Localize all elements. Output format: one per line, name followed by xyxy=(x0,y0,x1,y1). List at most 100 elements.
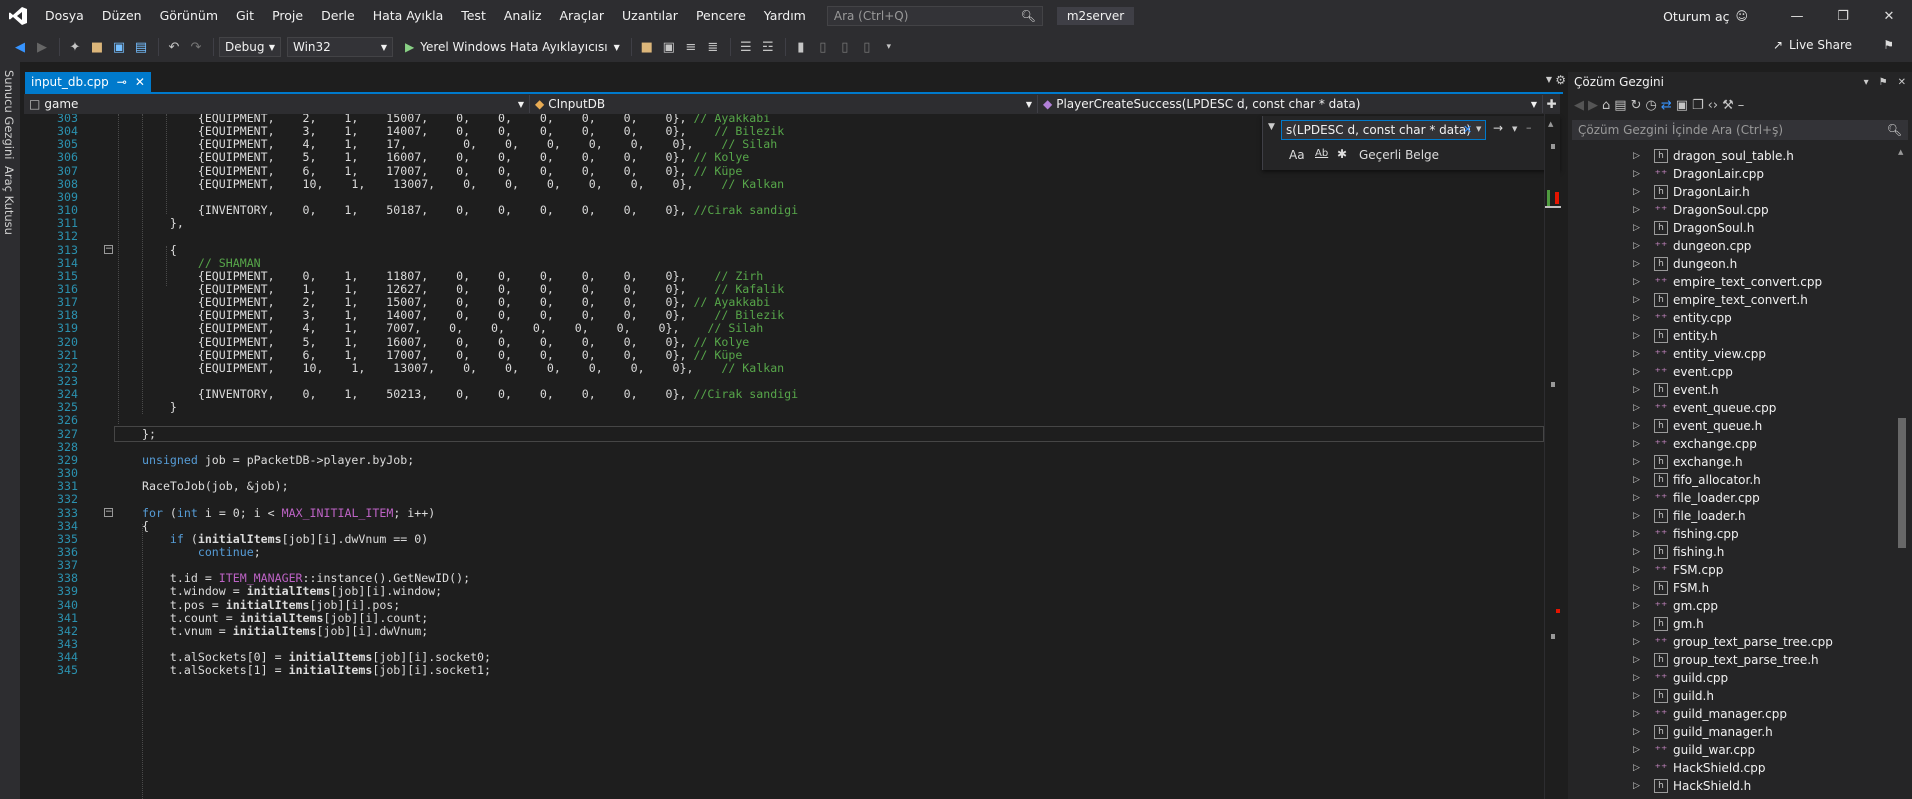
menu-item[interactable]: Yardım xyxy=(755,0,815,32)
expand-icon[interactable]: ▷ xyxy=(1633,349,1640,359)
tree-item[interactable]: ▷ ⁺⁺ group_text_parse_tree.cpp xyxy=(1568,633,1898,651)
tree-item[interactable]: ▷ ⁺⁺ gm.cpp xyxy=(1568,597,1898,615)
regex-icon[interactable]: ✱ xyxy=(1337,147,1347,161)
feedback-icon[interactable]: ⚑ xyxy=(1883,38,1894,52)
comment-icon[interactable]: ☰ xyxy=(736,36,756,58)
bookmark-next-icon[interactable]: ▯ xyxy=(835,36,855,58)
code-line[interactable]: 345 t.alSockets[1] = initialItems[job][i… xyxy=(24,662,1544,678)
tree-item[interactable]: ▷ h group_text_parse_tree.h xyxy=(1568,651,1898,669)
member-dropdown[interactable]: ◆ PlayerCreateSuccess(LPDESC d, const cha… xyxy=(1038,95,1543,113)
tree-item[interactable]: ▷ h event_queue.h xyxy=(1568,417,1898,435)
pending-changes-icon[interactable]: ↻ xyxy=(1631,98,1642,113)
find-minimize-icon[interactable]: – xyxy=(1526,121,1532,134)
code-editor[interactable]: 303 {EQUIPMENT, 2, 1, 15007, 0, 0, 0, 0,… xyxy=(24,114,1544,799)
expand-icon[interactable]: ▷ xyxy=(1633,259,1640,269)
show-all-files-icon[interactable]: ❐ xyxy=(1692,98,1704,113)
tree-item[interactable]: ▷ ⁺⁺ exchange.cpp xyxy=(1568,435,1898,453)
tree-item[interactable]: ▷ h fifo_allocator.h xyxy=(1568,471,1898,489)
expand-icon[interactable]: ▷ xyxy=(1633,565,1640,575)
expand-icon[interactable]: ▷ xyxy=(1633,457,1640,467)
tree-item[interactable]: ▷ h empire_text_convert.h xyxy=(1568,291,1898,309)
expand-icon[interactable]: ▷ xyxy=(1633,691,1640,701)
find-next-icon[interactable]: → xyxy=(1493,121,1503,135)
folder-icon[interactable]: ■ xyxy=(637,36,657,58)
close-icon[interactable]: ✕ xyxy=(1866,0,1912,32)
expand-icon[interactable]: ▷ xyxy=(1633,583,1640,593)
tree-item[interactable]: ▷ h dragon_soul_table.h xyxy=(1568,147,1898,165)
expand-icon[interactable]: ▷ xyxy=(1633,367,1640,377)
project-dropdown[interactable]: □ game ▼ xyxy=(24,95,530,113)
forward-icon[interactable]: ▶ xyxy=(1588,98,1598,113)
server-explorer-tab[interactable]: Sunucu Gezgini xyxy=(2,70,16,159)
expand-icon[interactable]: ▷ xyxy=(1633,241,1640,251)
platform-select[interactable]: Win32 ▼ xyxy=(287,37,393,57)
menu-item[interactable]: Dosya xyxy=(36,0,93,32)
tree-item[interactable]: ▷ h dungeon.h xyxy=(1568,255,1898,273)
expand-icon[interactable]: ▷ xyxy=(1633,709,1640,719)
expand-icon[interactable]: ▷ xyxy=(1633,529,1640,539)
history-icon[interactable]: ◷ xyxy=(1645,98,1656,113)
tab-input-db-cpp[interactable]: input_db.cpp ⊸ ✕ xyxy=(25,72,151,92)
menu-item[interactable]: Görünüm xyxy=(151,0,227,32)
visual-studio-logo-icon[interactable] xyxy=(0,0,36,32)
expand-icon[interactable]: ▷ xyxy=(1633,727,1640,737)
expand-icon[interactable]: ▷ xyxy=(1633,385,1640,395)
menu-item[interactable]: Test xyxy=(452,0,495,32)
save-all-icon[interactable]: ▤ xyxy=(131,36,151,58)
expand-icon[interactable]: ▷ xyxy=(1633,169,1640,179)
configuration-select[interactable]: Debug ▼ xyxy=(219,37,281,57)
toolbar-overflow-icon[interactable]: ▾ xyxy=(879,36,899,58)
sync-icon[interactable]: ⇄ xyxy=(1661,98,1672,113)
expand-icon[interactable]: ▷ xyxy=(1633,547,1640,557)
solution-scrollbar[interactable]: ▲ xyxy=(1896,148,1908,799)
redo-icon[interactable]: ↷ xyxy=(186,36,206,58)
expand-icon[interactable]: ▷ xyxy=(1633,421,1640,431)
settings-gear-icon[interactable]: ⚙ xyxy=(1555,73,1566,87)
restore-icon[interactable]: ❐ xyxy=(1820,0,1866,32)
tree-item[interactable]: ▷ ⁺⁺ dungeon.cpp xyxy=(1568,237,1898,255)
tree-item[interactable]: ▷ h file_loader.h xyxy=(1568,507,1898,525)
expand-icon[interactable]: ▷ xyxy=(1633,619,1640,629)
expand-icon[interactable]: ▷ xyxy=(1633,151,1640,161)
expand-icon[interactable]: ▷ xyxy=(1633,637,1640,647)
bookmark-icon[interactable]: ▮ xyxy=(791,36,811,58)
expand-icon[interactable]: ▷ xyxy=(1633,601,1640,611)
minimize-icon[interactable]: — xyxy=(1774,0,1820,32)
code-view-icon[interactable]: ‹› xyxy=(1708,98,1718,113)
expand-icon[interactable]: ▷ xyxy=(1633,403,1640,413)
switch-views-icon[interactable]: ▤ xyxy=(1614,98,1626,113)
signin-link[interactable]: Oturum aç xyxy=(1663,9,1729,24)
tree-item[interactable]: ▷ h FSM.h xyxy=(1568,579,1898,597)
back-icon[interactable]: ◀ xyxy=(1574,98,1584,113)
tree-item[interactable]: ▷ h entity.h xyxy=(1568,327,1898,345)
fold-toggle-icon[interactable]: − xyxy=(104,244,113,254)
menu-item[interactable]: Pencere xyxy=(687,0,755,32)
menu-item[interactable]: Git xyxy=(227,0,263,32)
tree-item[interactable]: ▷ ⁺⁺ event_queue.cpp xyxy=(1568,399,1898,417)
new-project-icon[interactable]: ✦ xyxy=(65,36,85,58)
expand-icon[interactable]: ▷ xyxy=(1633,205,1640,215)
format-icon[interactable]: ≡ xyxy=(681,36,701,58)
panel-menu-icon[interactable]: ▾ xyxy=(1864,77,1869,88)
scope-dropdown[interactable]: Geçerli Belge ▼ xyxy=(1359,148,1555,162)
tree-item[interactable]: ▷ ⁺⁺ DragonSoul.cpp xyxy=(1568,201,1898,219)
pin-icon[interactable]: ⚑ xyxy=(1879,77,1888,88)
screenshot-icon[interactable]: ▣ xyxy=(659,36,679,58)
uncomment-icon[interactable]: ☲ xyxy=(758,36,778,58)
split-editor-icon[interactable]: ✚ xyxy=(1543,97,1560,111)
find-input[interactable]: s(LPDESC d, const char * data) xyxy=(1281,120,1486,140)
fold-toggle-icon[interactable]: − xyxy=(104,507,113,517)
collapse-all-icon[interactable]: ▣ xyxy=(1676,98,1688,113)
properties-icon[interactable]: ⚒ xyxy=(1722,98,1734,113)
tree-item[interactable]: ▷ ⁺⁺ guild_war.cpp xyxy=(1568,741,1898,759)
clear-search-icon[interactable]: ✕ xyxy=(1463,123,1472,136)
tree-item[interactable]: ▷ h DragonLair.h xyxy=(1568,183,1898,201)
expand-icon[interactable]: ▷ xyxy=(1633,331,1640,341)
solution-search-input[interactable]: Çözüm Gezgini İçinde Ara (Ctrl+ş) 🔍︎ xyxy=(1572,120,1908,140)
tree-item[interactable]: ▷ ⁺⁺ entity_view.cpp xyxy=(1568,345,1898,363)
tree-item[interactable]: ▷ ⁺⁺ DragonLair.cpp xyxy=(1568,165,1898,183)
close-panel-icon[interactable]: ✕ xyxy=(1898,77,1906,88)
tree-item[interactable]: ▷ h event.h xyxy=(1568,381,1898,399)
user-icon[interactable]: ☺ xyxy=(1735,9,1748,23)
menu-item[interactable]: Düzen xyxy=(93,0,151,32)
